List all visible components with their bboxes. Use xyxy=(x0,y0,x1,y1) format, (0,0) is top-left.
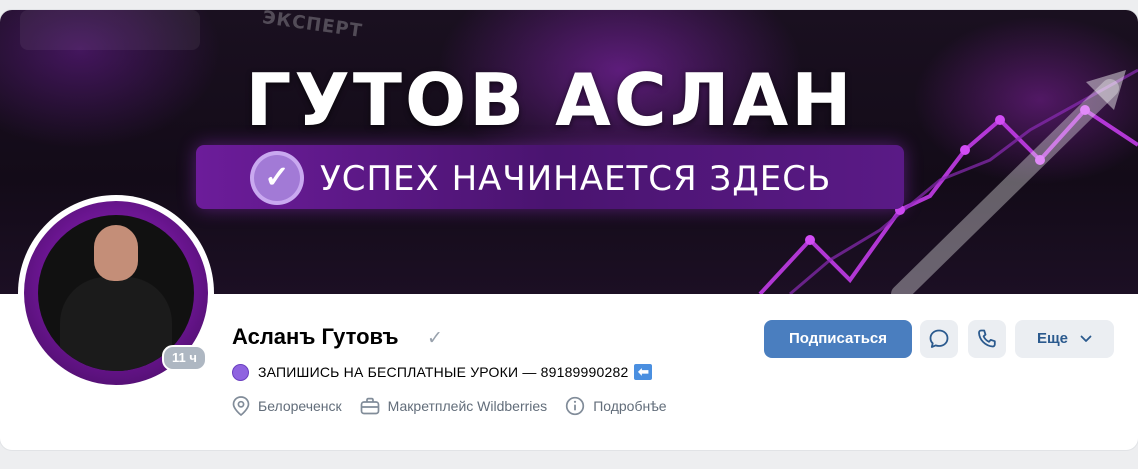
cover-title: ГУТОВ АСЛАН xyxy=(245,58,855,142)
more-label: Еще xyxy=(1036,330,1068,347)
location-pin-icon xyxy=(232,396,250,416)
last-seen-badge: 11 ч xyxy=(162,345,207,371)
cover-subtitle: УСПЕХ НАЧИНАЕТСЯ ЗДЕСЬ xyxy=(320,159,832,199)
profile-card: ЭКСПЕРТ ГУТОВ АСЛАН ✓ УСПЕХ НАЧИНАЕТСЯ З… xyxy=(0,10,1138,450)
message-button[interactable] xyxy=(920,320,958,358)
purple-circle-icon xyxy=(232,363,249,381)
profile-name: Асланъ Гутовъ xyxy=(232,324,399,349)
cover-slogan-banner: ✓ УСПЕХ НАЧИНАЕТСЯ ЗДЕСЬ xyxy=(196,145,904,209)
left-arrow-icon: ⬅ xyxy=(634,364,653,380)
status-row: ЗАПИШИСЬ НА БЕСПЛАТНЫЕ УРОКИ — 891899902… xyxy=(232,362,653,382)
info-icon xyxy=(566,396,585,416)
work-label: Макретплейс Wildberries xyxy=(387,398,548,414)
info-row: Белореченск Макретплейс Wildberries Подр… xyxy=(232,395,685,417)
briefcase-icon xyxy=(360,397,380,415)
details-link[interactable]: Подробнѣе xyxy=(565,396,667,416)
check-badge-icon: ✓ xyxy=(254,155,300,201)
person-body xyxy=(60,277,172,371)
more-button[interactable]: Еще xyxy=(1015,320,1114,358)
phone-icon xyxy=(978,329,996,348)
subscribe-button[interactable]: Подписаться xyxy=(764,320,912,358)
chevron-down-icon xyxy=(1080,335,1092,342)
city-label: Белореченск xyxy=(258,398,342,414)
message-icon xyxy=(929,329,949,348)
details-label: Подробнѣе xyxy=(593,398,667,414)
status-text: ЗАПИШИСЬ НА БЕСПЛАТНЫЕ УРОКИ — 891899902… xyxy=(258,364,629,380)
call-button[interactable] xyxy=(968,320,1006,358)
work-item[interactable]: Макретплейс Wildberries xyxy=(360,397,548,415)
verified-icon[interactable]: ✓ xyxy=(427,327,443,350)
avatar[interactable]: 11 ч xyxy=(18,195,214,391)
person-head xyxy=(94,225,138,281)
city-item[interactable]: Белореченск xyxy=(232,396,342,416)
